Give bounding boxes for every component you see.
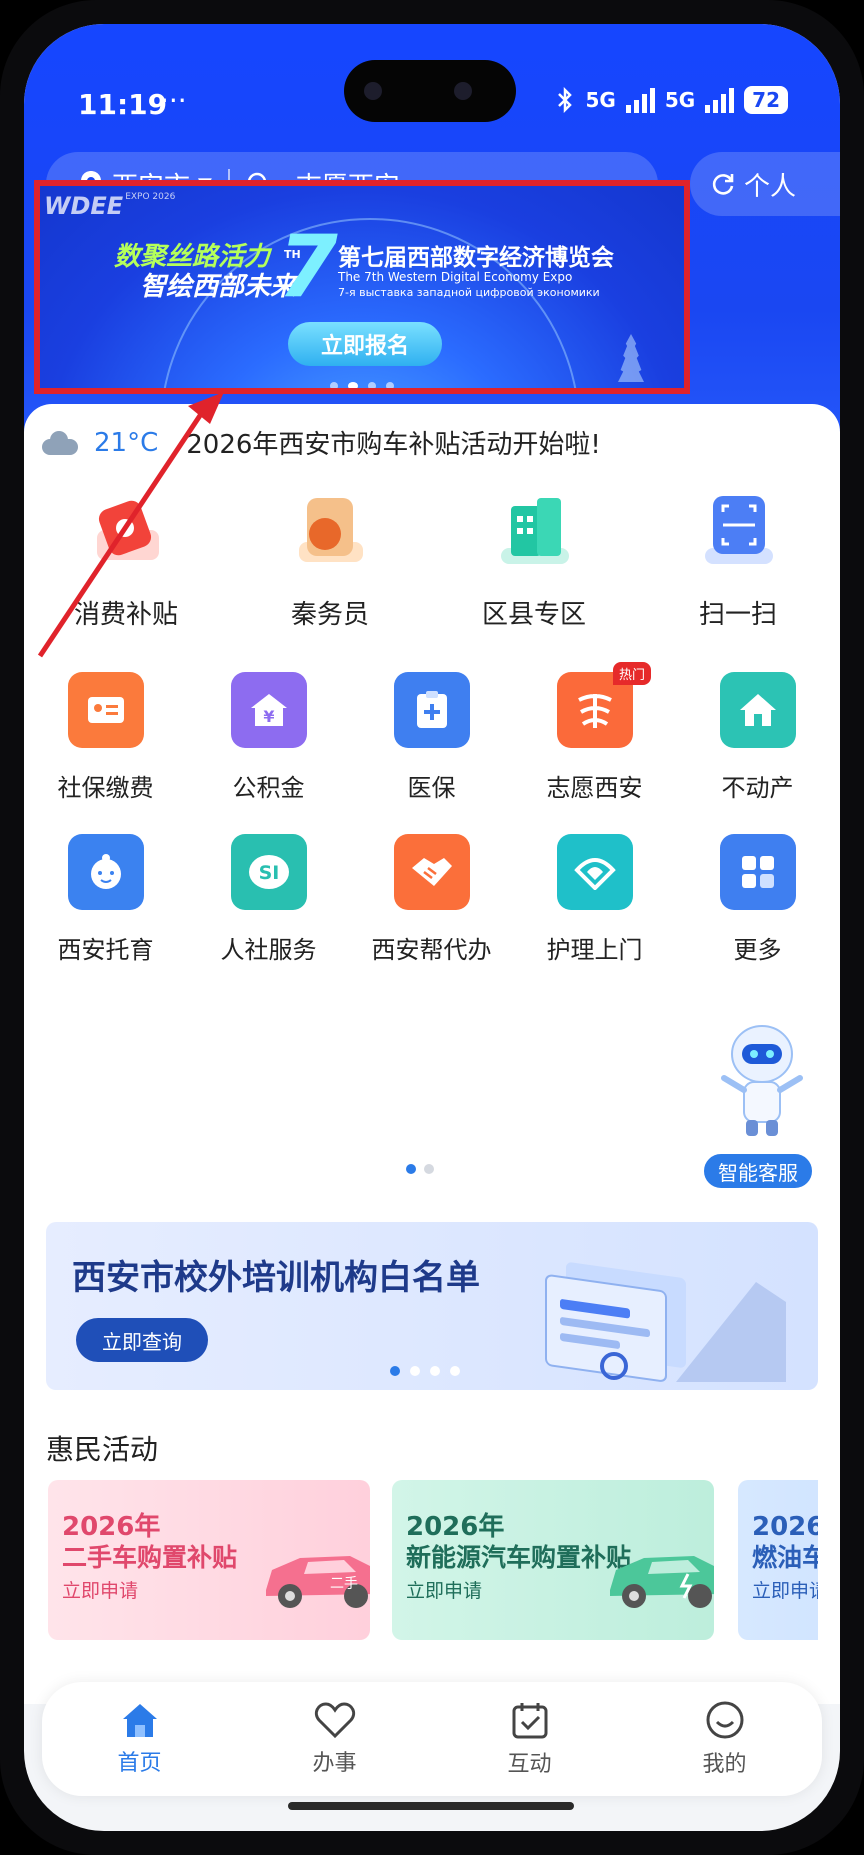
apply-now-link[interactable]: 立即申请 bbox=[62, 1576, 138, 1603]
services-pagination[interactable] bbox=[406, 1164, 434, 1174]
service-label: 西安托育 bbox=[57, 936, 154, 964]
tab-mine[interactable]: 我的 bbox=[627, 1682, 822, 1796]
training-whitelist-banner[interactable]: 西安市校外培训机构白名单 立即查询 bbox=[46, 1222, 818, 1390]
activity-title: 二手车购置补贴 bbox=[62, 1543, 238, 1572]
services-row-2: 西安托育 SI 人社服务 西安帮代办 护理上门 更多 bbox=[24, 834, 840, 965]
service-more[interactable]: 更多 bbox=[676, 834, 839, 965]
activity-card[interactable]: 2026年 燃油车购置补贴 立即申请 bbox=[738, 1480, 818, 1640]
service-label: 护理上门 bbox=[546, 936, 643, 964]
activity-title: 新能源汽车购置补贴 bbox=[406, 1543, 632, 1572]
car-icon: 二手 bbox=[266, 1556, 370, 1608]
home-indicator[interactable] bbox=[288, 1802, 574, 1810]
smart-customer-service-button[interactable]: 智能客服 bbox=[702, 1152, 814, 1190]
tab-services[interactable]: 办事 bbox=[237, 1682, 432, 1796]
home-icon bbox=[122, 1704, 157, 1737]
si-logo-icon: SI bbox=[230, 834, 307, 910]
tab-label: 我的 bbox=[702, 1752, 747, 1777]
grid-icon bbox=[719, 834, 796, 910]
service-label: 西安帮代办 bbox=[371, 936, 492, 964]
service-label: 人社服务 bbox=[220, 936, 317, 964]
activities-carousel[interactable]: 2026年 二手车购置补贴 立即申请 二手 2026年 新能源汽车购置补贴 立即… bbox=[46, 1480, 818, 1640]
red-arrow-annotation-icon bbox=[37, 392, 224, 658]
service-hr-social-security[interactable]: SI 人社服务 bbox=[187, 834, 350, 965]
section-title-activities: 惠民活动 bbox=[46, 1433, 159, 1466]
apply-now-link[interactable]: 立即申请 bbox=[406, 1576, 482, 1603]
calendar-check-icon bbox=[512, 1703, 547, 1739]
heart-icon bbox=[314, 1702, 355, 1739]
tab-label: 办事 bbox=[312, 1751, 357, 1776]
service-label: 医保 bbox=[407, 774, 456, 802]
robot-assistant-icon[interactable] bbox=[714, 1020, 810, 1140]
service-label: 不动产 bbox=[721, 774, 794, 802]
service-home-nursing[interactable]: 护理上门 bbox=[513, 834, 676, 965]
baby-icon bbox=[67, 834, 144, 910]
service-label: 志愿西安 bbox=[546, 774, 643, 802]
service-proxy-handling[interactable]: 西安帮代办 bbox=[350, 834, 513, 965]
tab-interact[interactable]: 互动 bbox=[432, 1682, 627, 1796]
bottom-tab-bar: 首页 办事 互动 我的 bbox=[42, 1682, 822, 1796]
service-label: 更多 bbox=[733, 936, 782, 964]
car-icon bbox=[610, 1556, 714, 1608]
svg-text:SI: SI bbox=[258, 862, 279, 884]
query-now-button[interactable]: 立即查询 bbox=[76, 1318, 208, 1362]
smile-icon bbox=[706, 1701, 743, 1739]
documents-illustration-icon bbox=[545, 1262, 786, 1382]
heart-hands-icon bbox=[556, 834, 633, 910]
screen: 11:19 ··· 5G 5G 72 西安市 ▼ 志愿西安 bbox=[24, 24, 840, 1831]
apply-now-link[interactable]: 立即申请 bbox=[752, 1576, 818, 1603]
activity-card[interactable]: 2026年 二手车购置补贴 立即申请 二手 bbox=[48, 1480, 370, 1640]
activity-title: 燃油车购置补贴 bbox=[752, 1543, 818, 1572]
activity-card[interactable]: 2026年 新能源汽车购置补贴 立即申请 bbox=[392, 1480, 714, 1640]
service-label: 公积金 bbox=[232, 774, 305, 802]
service-label: 社保缴费 bbox=[57, 774, 154, 802]
service-childcare[interactable]: 西安托育 bbox=[24, 834, 187, 965]
handshake-icon bbox=[393, 834, 470, 910]
tab-label: 首页 bbox=[117, 1751, 162, 1776]
svg-text:二手: 二手 bbox=[330, 1576, 358, 1592]
phone-frame: 11:19 ··· 5G 5G 72 西安市 ▼ 志愿西安 bbox=[0, 0, 864, 1855]
tab-label: 互动 bbox=[507, 1752, 552, 1777]
promo-title: 西安市校外培训机构白名单 bbox=[72, 1258, 480, 1298]
promo-pagination[interactable] bbox=[390, 1366, 460, 1376]
tab-home[interactable]: 首页 bbox=[42, 1682, 237, 1796]
